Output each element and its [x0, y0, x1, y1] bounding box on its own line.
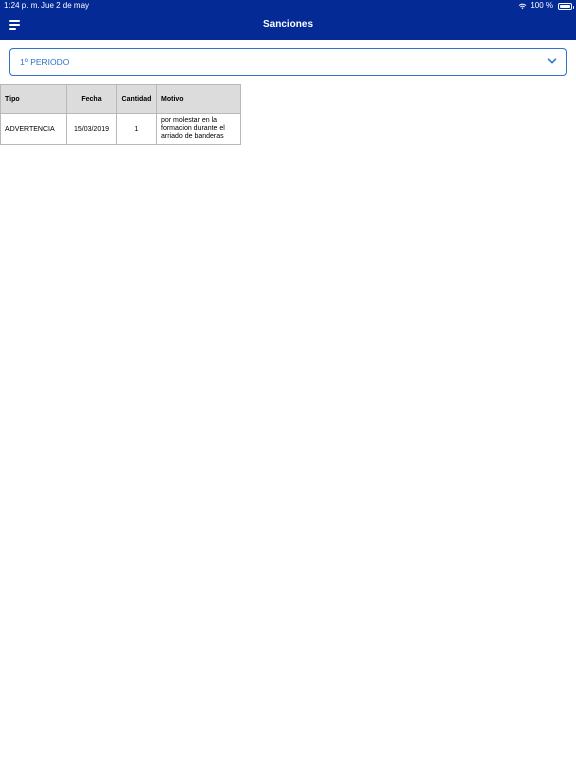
column-header-cantidad: Cantidad	[116, 84, 157, 114]
sanctions-table: Tipo Fecha Cantidad Motivo ADVERTENCIA 1…	[0, 84, 241, 145]
status-time: 1:24 p. m.	[4, 1, 40, 10]
app-header: 1:24 p. m. Jue 2 de may 100 % Sanciones	[0, 0, 576, 40]
cell-motivo: por molestar en la formacion durante el …	[156, 113, 241, 145]
status-indicators: 100 %	[518, 0, 574, 12]
status-date: Jue 2 de may	[41, 1, 90, 10]
cell-cantidad: 1	[116, 113, 157, 145]
period-select[interactable]: 1º PERIODO	[9, 48, 567, 76]
battery-icon	[558, 2, 574, 10]
status-bar: 1:24 p. m. Jue 2 de may 100 %	[0, 0, 576, 12]
period-select-value: 1º PERIODO	[20, 57, 70, 67]
column-header-motivo: Motivo	[156, 84, 241, 114]
table-header-row: Tipo Fecha Cantidad Motivo	[0, 84, 241, 114]
cell-fecha: 15/03/2019	[66, 113, 117, 145]
column-header-fecha: Fecha	[66, 84, 117, 114]
column-header-tipo: Tipo	[0, 84, 67, 114]
chevron-down-icon	[547, 58, 557, 64]
wifi-icon	[519, 3, 527, 10]
table-row: ADVERTENCIA 15/03/2019 1 por molestar en…	[0, 113, 241, 145]
cell-tipo: ADVERTENCIA	[0, 113, 67, 145]
battery-percent: 100 %	[530, 1, 553, 10]
page-title: Sanciones	[262, 19, 314, 30]
